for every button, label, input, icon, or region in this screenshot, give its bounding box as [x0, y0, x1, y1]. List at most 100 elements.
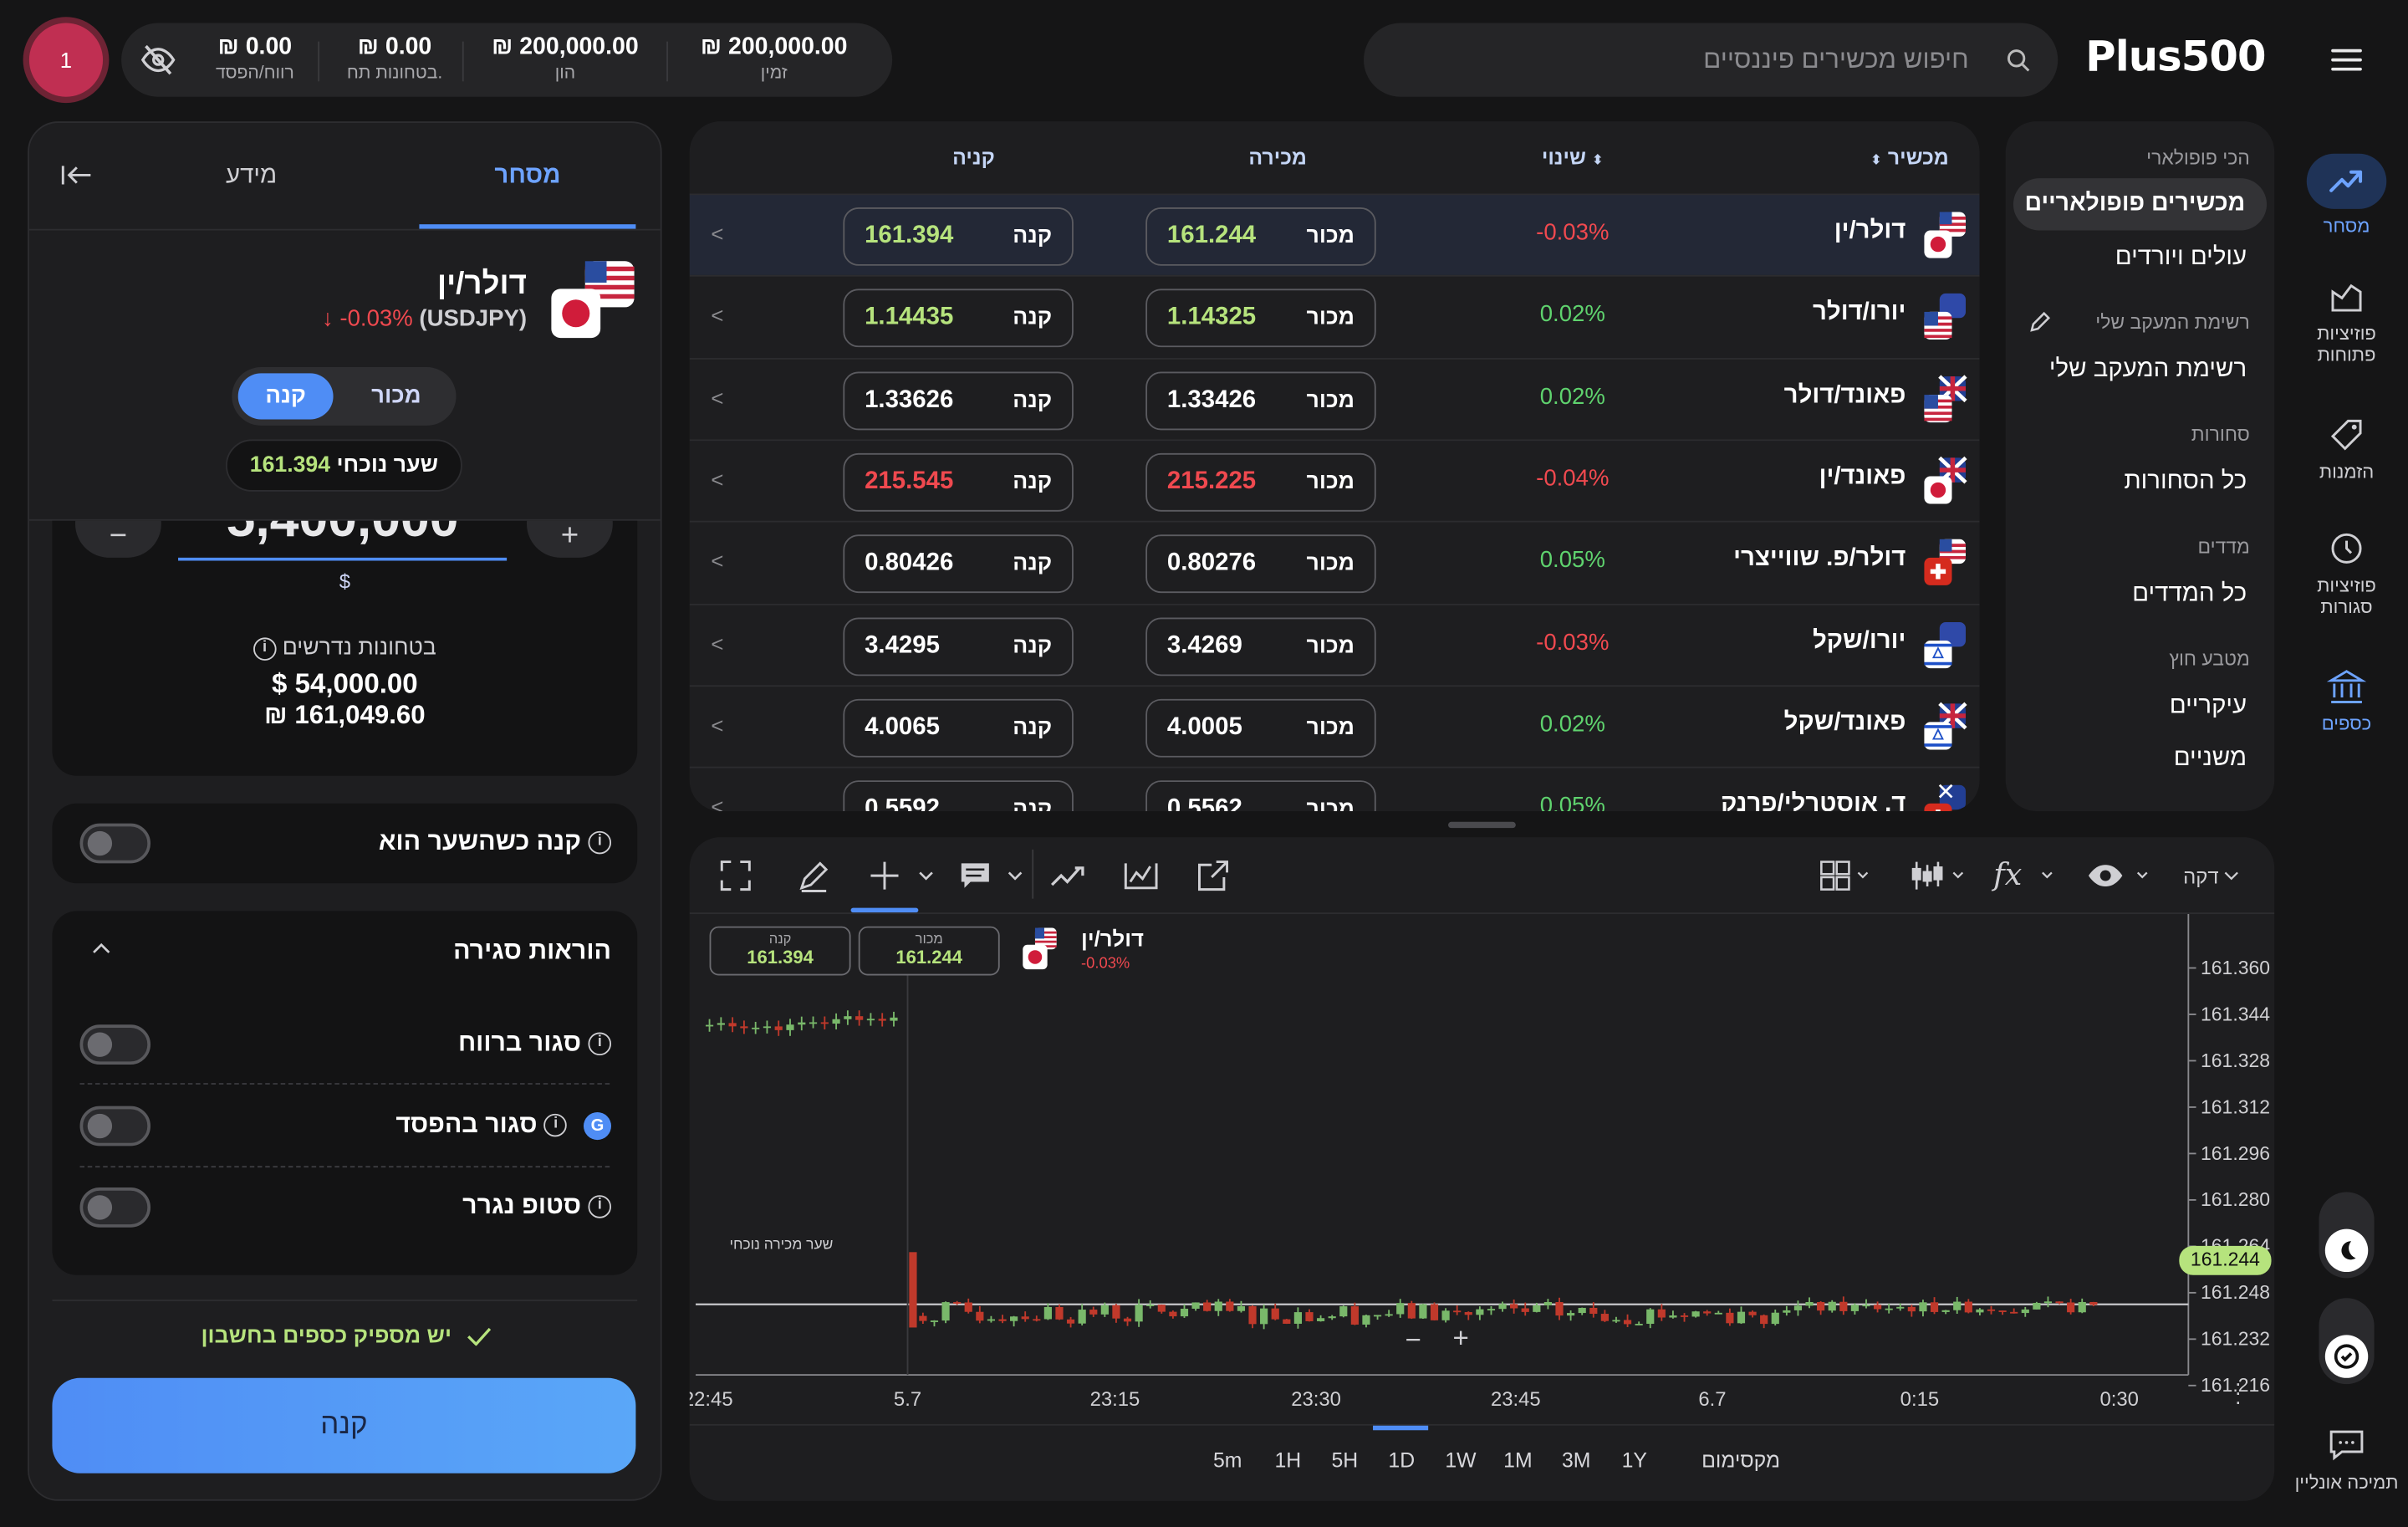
stop-loss-toggle[interactable] — [79, 1106, 150, 1147]
chevron-up-icon[interactable] — [92, 942, 110, 954]
compare-icon[interactable] — [1120, 853, 1162, 899]
buy-side-button[interactable]: קנה — [237, 373, 334, 420]
trend-icon[interactable] — [1046, 853, 1092, 899]
trailing-stop-toggle[interactable] — [79, 1187, 150, 1228]
table-row[interactable]: ד. אוסטרלי/פרנק 0.05% מכור 0.5562 קנה 0.5592 < — [689, 766, 1980, 811]
chevron-left-icon[interactable]: < — [711, 303, 723, 327]
accessibility-toggle[interactable] — [2319, 1298, 2375, 1385]
zoom-in-button[interactable]: + — [1453, 1323, 1469, 1356]
category-popular-instruments[interactable]: מכשירים פופולאריים — [2013, 178, 2268, 231]
price-chart[interactable]: 161.360 161.344 161.328 161.312 161.296 161.2… — [690, 914, 2275, 1421]
info-icon[interactable]: i — [588, 1032, 612, 1056]
decrease-amount-button[interactable]: − — [74, 520, 161, 558]
sell-button[interactable]: מכור 0.80276 — [1145, 534, 1376, 594]
sell-button[interactable]: מכור 215.225 — [1145, 452, 1376, 512]
table-row[interactable]: פאונד/דולר 0.02% מכור 1.33426 קנה 1.33626 < — [689, 357, 1980, 438]
chart-buy-box[interactable]: קנה 161.394 — [709, 926, 851, 976]
nav-trade[interactable]: מסחר — [2294, 153, 2399, 237]
chevron-left-icon[interactable]: < — [711, 631, 723, 655]
increase-amount-button[interactable]: + — [526, 520, 613, 558]
timeframe-4[interactable]: 1D — [1388, 1448, 1415, 1472]
search-input[interactable]: חיפוש מכשירים פיננסיים — [1703, 44, 1969, 75]
category-forex-minor[interactable]: משניים — [2174, 745, 2247, 773]
chevron-left-icon[interactable]: < — [711, 222, 723, 246]
timeframe-8[interactable]: 1Y — [1622, 1448, 1647, 1472]
sell-button[interactable]: מכור 3.4269 — [1145, 616, 1376, 676]
eye-icon[interactable] — [2084, 853, 2154, 899]
nav-support[interactable]: תמיכה אונליין — [2285, 1426, 2408, 1494]
table-row[interactable]: דולר/פ. שווייצרי 0.05% מכור 0.80276 קנה 0.804… — [689, 521, 1980, 602]
buy-button[interactable]: קנה 1.33626 — [843, 370, 1074, 430]
category-commodities[interactable]: כל הסחורות — [2124, 468, 2247, 496]
guaranteed-stop-badge[interactable]: G — [583, 1111, 612, 1140]
timeframe-7[interactable]: 3M — [1562, 1448, 1590, 1472]
timeframe-1[interactable]: 5m — [1213, 1448, 1242, 1472]
panel-resize-handle[interactable] — [1448, 821, 1516, 829]
table-row[interactable]: דולר/ין -0.03% מכור 161.244 קנה 161.394 < — [689, 193, 1980, 275]
buy-button[interactable]: קנה 161.394 — [843, 207, 1074, 266]
fullscreen-icon[interactable] — [714, 853, 757, 899]
info-icon[interactable]: i — [543, 1114, 568, 1137]
category-watchlist[interactable]: רשימת המעקב שלי — [2049, 356, 2247, 384]
chevron-left-icon[interactable]: < — [711, 549, 723, 573]
limit-order-toggle[interactable] — [79, 823, 150, 864]
info-icon[interactable]: i — [253, 636, 277, 661]
dark-mode-toggle[interactable] — [2319, 1192, 2375, 1279]
sell-button[interactable]: מכור 1.14325 — [1145, 289, 1376, 348]
candles-icon[interactable] — [1905, 853, 1967, 899]
category-indices[interactable]: כל המדדים — [2132, 580, 2247, 608]
tab-info[interactable]: מידע — [226, 163, 277, 191]
sell-side-button[interactable]: מכור — [345, 373, 446, 419]
buy-button[interactable]: קנה 3.4295 — [843, 616, 1074, 676]
timeframe-3[interactable]: 5H — [1331, 1448, 1358, 1472]
zoom-out-button[interactable]: − — [1406, 1325, 1421, 1357]
table-row[interactable]: פאונד/שקל 0.02% מכור 4.0005 קנה 4.0065 < — [689, 684, 1980, 766]
buy-button[interactable]: קנה 1.14435 — [843, 289, 1074, 348]
sell-button[interactable]: מכור 161.244 — [1145, 207, 1376, 266]
chevron-left-icon[interactable]: < — [711, 794, 723, 811]
edit-icon[interactable] — [2028, 311, 2051, 334]
layout-icon[interactable] — [1815, 853, 1876, 899]
sell-button[interactable]: מכור 4.0005 — [1145, 698, 1376, 758]
sell-button[interactable]: מכור 1.33426 — [1145, 370, 1376, 430]
chart-sell-box[interactable]: מכור 161.244 — [858, 926, 1000, 976]
crosshair-icon[interactable] — [861, 853, 907, 899]
info-icon[interactable]: i — [588, 1195, 612, 1219]
chevron-down-icon[interactable] — [917, 853, 936, 899]
nav-open-positions[interactable]: פוזיציות פתוחות — [2294, 277, 2399, 365]
timeframe-2[interactable]: 1H — [1274, 1448, 1301, 1472]
search-bar[interactable]: חיפוש מכשירים פיננסיים — [1364, 23, 2059, 97]
buy-button[interactable]: קנה 0.5592 — [843, 780, 1074, 811]
timeframe-9[interactable]: מקסימום — [1701, 1448, 1780, 1472]
take-profit-toggle[interactable] — [79, 1024, 150, 1065]
category-rising-falling[interactable]: עולים ויורדים — [2115, 244, 2247, 272]
indicators-icon[interactable]: fx — [1989, 853, 2057, 899]
external-link-icon[interactable] — [1191, 853, 1234, 899]
interval-select[interactable]: דקה — [2176, 853, 2247, 899]
info-icon[interactable]: i — [588, 831, 612, 855]
nav-funds[interactable]: כספים — [2294, 666, 2399, 734]
hide-balance-icon[interactable] — [140, 43, 176, 76]
submit-buy-button[interactable]: קנה — [52, 1377, 636, 1473]
nav-orders[interactable]: הזמנות — [2294, 415, 2399, 483]
draw-icon[interactable] — [793, 853, 835, 899]
col-header-instrument[interactable]: ⬍ מכשיר — [1870, 146, 1949, 170]
chevron-left-icon[interactable]: < — [711, 385, 723, 409]
buy-button[interactable]: קנה 215.545 — [843, 452, 1074, 512]
chart-more-icon[interactable]: · · · — [2234, 1371, 2242, 1412]
chevron-left-icon[interactable]: < — [711, 712, 723, 737]
timeframe-5[interactable]: 1W — [1445, 1448, 1476, 1472]
menu-icon[interactable] — [2329, 46, 2363, 74]
chevron-down-icon[interactable] — [1006, 853, 1024, 899]
col-header-change[interactable]: שינוי ⬍ — [1519, 146, 1627, 170]
tab-trade[interactable]: מסחר — [494, 163, 560, 191]
table-row[interactable]: יורו/שקל -0.03% מכור 3.4269 קנה 3.4295 < — [689, 603, 1980, 684]
table-row[interactable]: פאונד/ין -0.04% מכור 215.225 קנה 215.545 < — [689, 439, 1980, 520]
chevron-left-icon[interactable]: < — [711, 467, 723, 491]
table-row[interactable]: יורו/דולר 0.02% מכור 1.14325 קנה 1.14435 < — [689, 275, 1980, 356]
buy-button[interactable]: קנה 4.0065 — [843, 698, 1074, 758]
nav-closed-positions[interactable]: פוזיציות סגורות — [2294, 529, 2399, 617]
amount-input[interactable]: 5,400,000 — [178, 521, 507, 558]
timeframe-6[interactable]: 1M — [1503, 1448, 1532, 1472]
notifications-avatar[interactable]: 1 — [28, 23, 104, 97]
